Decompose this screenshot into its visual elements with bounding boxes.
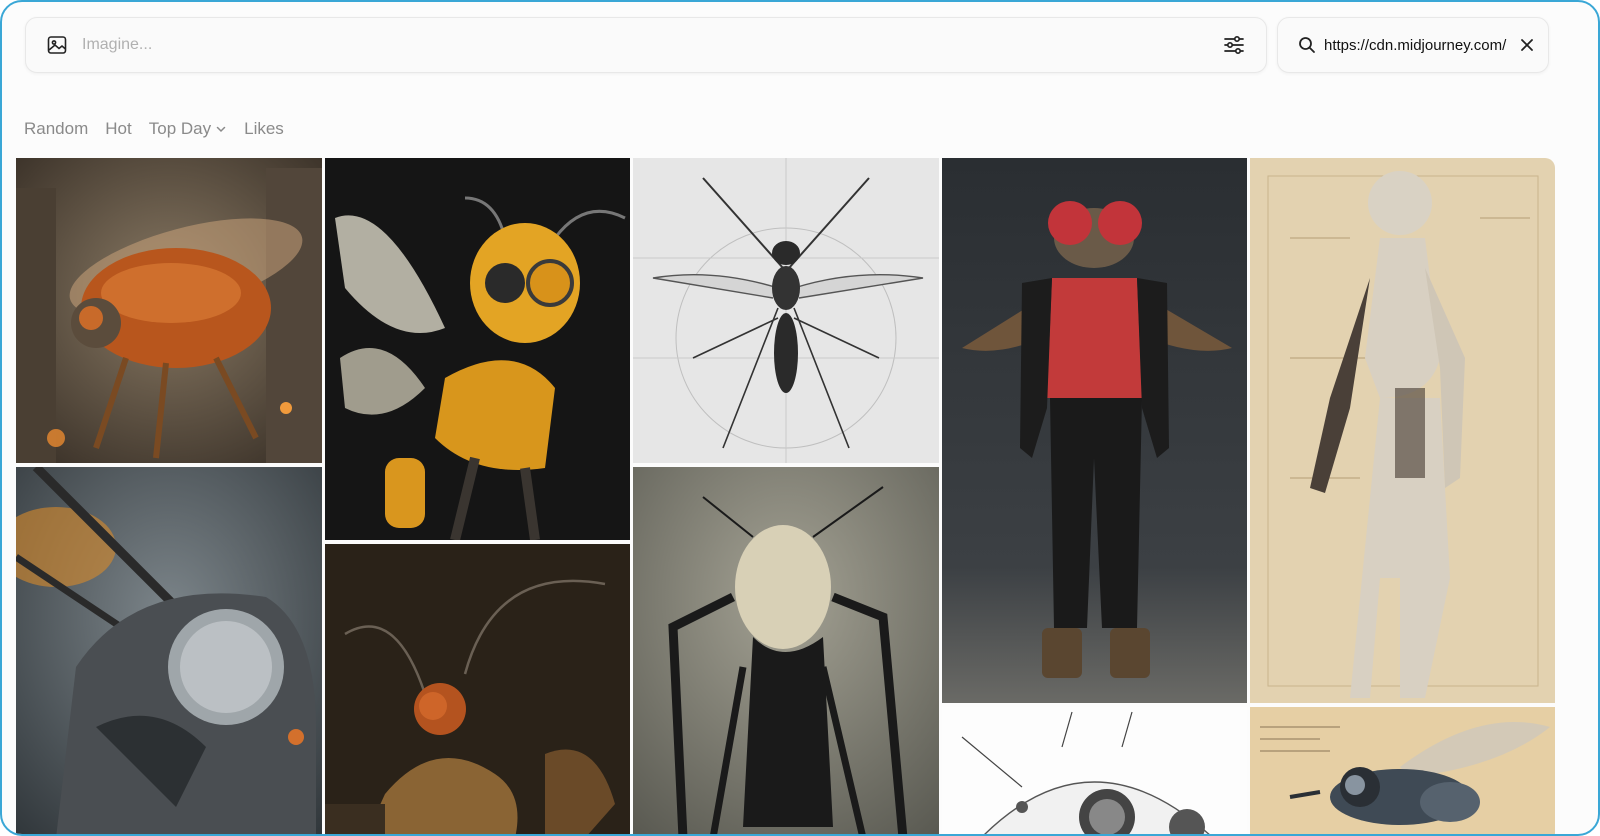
image-gallery <box>16 158 1555 834</box>
gallery-image[interactable] <box>633 158 939 463</box>
tab-hot[interactable]: Hot <box>105 119 131 139</box>
prompt-input[interactable] <box>82 36 1222 54</box>
tab-top-day[interactable]: Top Day <box>149 119 227 139</box>
gallery-image[interactable] <box>16 467 322 834</box>
tab-random[interactable]: Random <box>24 119 88 139</box>
url-search-bar <box>1277 17 1549 73</box>
gallery-image[interactable] <box>16 158 322 463</box>
tab-label: Top Day <box>148 119 212 138</box>
search-icon <box>1298 36 1316 54</box>
gallery-image[interactable] <box>325 544 630 834</box>
tab-label: Hot <box>105 119 132 138</box>
gallery-image[interactable] <box>1250 158 1555 703</box>
gallery-image[interactable] <box>942 707 1247 834</box>
chevron-down-icon <box>215 123 227 135</box>
close-icon[interactable] <box>1518 36 1536 54</box>
sort-filter-tabs: Random Hot Top Day Likes <box>24 118 301 140</box>
app-window: Random Hot Top Day Likes <box>0 0 1600 836</box>
gallery-image[interactable] <box>1250 707 1555 834</box>
gallery-image[interactable] <box>942 158 1247 703</box>
sliders-icon[interactable] <box>1222 33 1246 57</box>
tab-label: Likes <box>244 119 284 138</box>
gallery-image[interactable] <box>325 158 630 540</box>
tab-label: Random <box>24 119 89 138</box>
tab-likes[interactable]: Likes <box>244 119 284 139</box>
gallery-image[interactable] <box>633 467 939 834</box>
url-search-input[interactable] <box>1324 36 1514 54</box>
prompt-bar <box>25 17 1267 73</box>
image-icon[interactable] <box>46 34 68 56</box>
